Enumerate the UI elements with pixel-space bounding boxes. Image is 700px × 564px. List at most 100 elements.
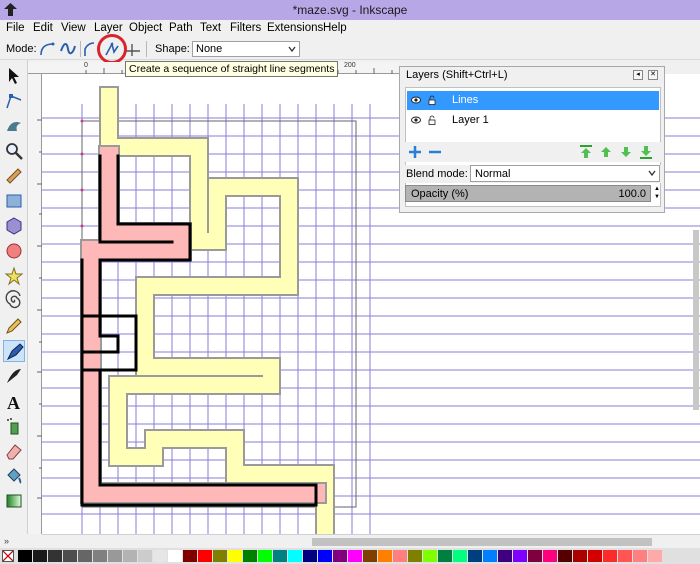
palette-swatch[interactable] <box>228 550 242 562</box>
palette-swatch[interactable] <box>408 550 422 562</box>
eye-icon[interactable] <box>411 95 421 105</box>
menu-text[interactable]: Text <box>200 22 221 34</box>
horizontal-scrollbar[interactable] <box>42 534 700 548</box>
palette-swatch[interactable] <box>603 550 617 562</box>
palette-swatch[interactable] <box>438 550 452 562</box>
palette-swatch[interactable] <box>303 550 317 562</box>
layer-row-layer-1[interactable]: Layer 1 <box>407 111 659 130</box>
palette-swatch[interactable] <box>633 550 647 562</box>
palette-swatch[interactable] <box>273 550 287 562</box>
palette-swatch[interactable] <box>618 550 632 562</box>
palette-swatch[interactable] <box>93 550 107 562</box>
menu-file[interactable]: File <box>6 22 25 34</box>
text-tool[interactable]: A <box>3 390 25 413</box>
palette-swatch[interactable] <box>153 550 167 562</box>
palette-swatch[interactable] <box>243 550 257 562</box>
layer-row-lines[interactable]: Lines <box>407 91 659 110</box>
star-tool[interactable] <box>3 265 25 287</box>
gradient-icon <box>6 494 22 508</box>
shape-select[interactable]: None <box>192 41 300 57</box>
pencil-tool[interactable] <box>3 315 25 337</box>
plus-icon[interactable] <box>407 144 423 160</box>
palette-swatch[interactable] <box>363 550 377 562</box>
palette-swatch[interactable] <box>123 550 137 562</box>
minus-icon[interactable] <box>427 144 443 160</box>
palette-swatch[interactable] <box>543 550 557 562</box>
ellipse-tool[interactable] <box>3 240 25 262</box>
palette-swatch[interactable] <box>198 550 212 562</box>
panel-iconify-icon[interactable]: ◂ <box>633 70 643 80</box>
palette-swatch[interactable] <box>378 550 392 562</box>
menu-extensions[interactable]: Extensions <box>267 22 323 34</box>
palette-swatch[interactable] <box>333 550 347 562</box>
palette-swatch[interactable] <box>18 550 32 562</box>
menu-layer[interactable]: Layer <box>94 22 123 34</box>
palette-swatch[interactable] <box>483 550 497 562</box>
no-paint-swatch[interactable] <box>2 550 14 562</box>
spiro-mode-button[interactable] <box>59 40 77 58</box>
unlock-icon[interactable] <box>427 95 437 105</box>
spray-tool[interactable] <box>3 415 25 437</box>
palette-swatch[interactable] <box>33 550 47 562</box>
calligraphy-tool[interactable] <box>3 365 25 387</box>
blend-mode-select[interactable]: Normal <box>470 165 660 182</box>
opacity-slider[interactable]: Opacity (%) 100.0 <box>405 185 651 202</box>
rectangle-tool[interactable] <box>3 190 25 212</box>
selector-tool[interactable] <box>3 65 25 87</box>
palette-swatch[interactable] <box>63 550 77 562</box>
node-tool[interactable] <box>3 90 25 112</box>
palette-swatch[interactable] <box>183 550 197 562</box>
menu-view[interactable]: View <box>61 22 86 34</box>
arrow-up-icon[interactable] <box>598 144 614 160</box>
lower-to-bottom-icon[interactable] <box>638 144 654 160</box>
vertical-scrollbar[interactable] <box>693 230 699 410</box>
arrow-down-icon[interactable] <box>618 144 634 160</box>
paint-bucket-tool[interactable] <box>3 465 25 487</box>
measure-tool[interactable] <box>3 165 25 187</box>
palette-swatch[interactable] <box>513 550 527 562</box>
palette-swatch[interactable] <box>588 550 602 562</box>
raise-to-top-icon[interactable] <box>578 144 594 160</box>
palette-swatch[interactable] <box>453 550 467 562</box>
menu-path[interactable]: Path <box>169 22 193 34</box>
toolbox-expand-icon[interactable]: » <box>4 536 9 546</box>
palette-swatch[interactable] <box>168 550 182 562</box>
palette-swatch[interactable] <box>393 550 407 562</box>
palette-swatch[interactable] <box>573 550 587 562</box>
unlock-icon[interactable] <box>427 115 437 125</box>
palette-swatch[interactable] <box>288 550 302 562</box>
shape-select-value: None <box>196 43 223 55</box>
horizontal-scrollbar-thumb[interactable] <box>312 538 652 546</box>
palette-swatch[interactable] <box>648 550 662 562</box>
palette-swatch[interactable] <box>108 550 122 562</box>
palette-swatch[interactable] <box>138 550 152 562</box>
spiral-tool[interactable] <box>3 290 25 312</box>
menu-edit[interactable]: Edit <box>33 22 53 34</box>
zoom-tool[interactable] <box>3 140 25 162</box>
menu-filters[interactable]: Filters <box>230 22 261 34</box>
menu-help[interactable]: Help <box>323 22 347 34</box>
ruler-label-0: 0 <box>84 62 88 69</box>
palette-swatch[interactable] <box>258 550 272 562</box>
palette-swatch[interactable] <box>423 550 437 562</box>
menu-object[interactable]: Object <box>129 22 162 34</box>
regular-bezier-mode-button[interactable] <box>38 40 56 58</box>
gradient-tool[interactable] <box>3 490 25 512</box>
palette-swatch[interactable] <box>468 550 482 562</box>
palette-swatch[interactable] <box>78 550 92 562</box>
palette-swatch[interactable] <box>528 550 542 562</box>
opacity-spin-button[interactable]: ▲ ▼ <box>653 185 661 202</box>
eye-icon[interactable] <box>411 115 421 125</box>
3d-box-tool[interactable] <box>3 215 25 237</box>
palette-swatch[interactable] <box>48 550 62 562</box>
magnifier-icon <box>6 143 23 160</box>
palette-swatch[interactable] <box>498 550 512 562</box>
palette-swatch[interactable] <box>348 550 362 562</box>
tweak-tool[interactable] <box>3 115 25 137</box>
palette-swatch[interactable] <box>558 550 572 562</box>
palette-swatch[interactable] <box>213 550 227 562</box>
close-icon[interactable]: ✕ <box>648 70 658 80</box>
pen-tool[interactable] <box>3 340 25 362</box>
palette-swatch[interactable] <box>318 550 332 562</box>
eraser-tool[interactable] <box>3 440 25 462</box>
